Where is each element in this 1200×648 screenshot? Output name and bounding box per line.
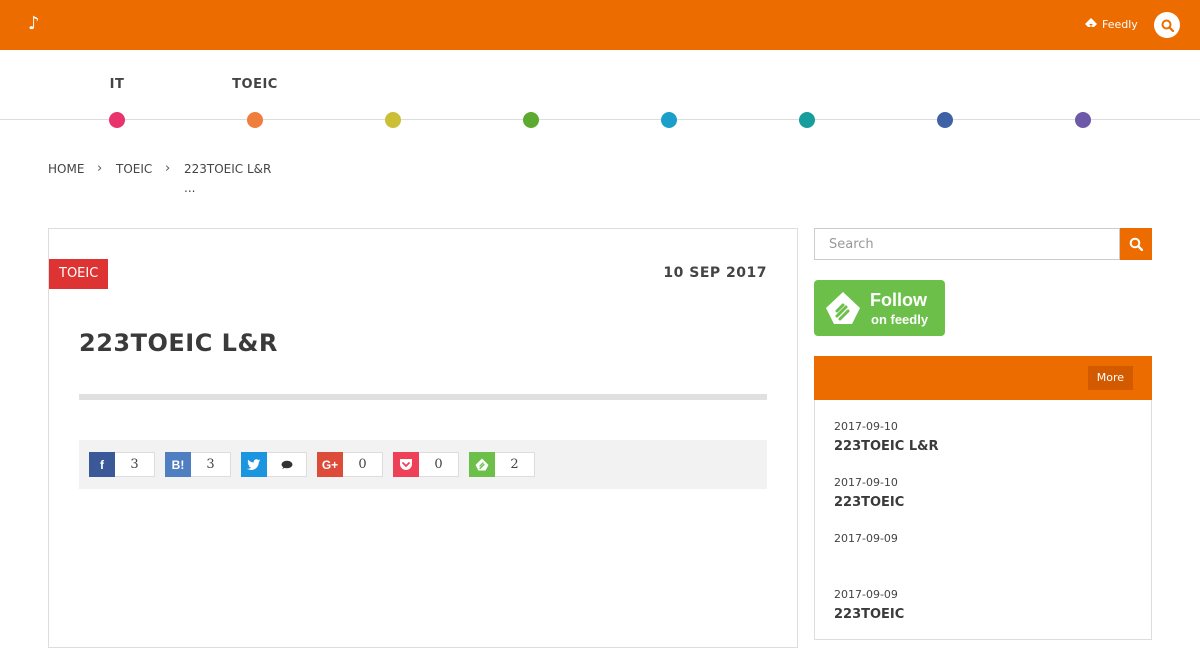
comment-icon [281, 460, 293, 469]
share-count: 0 [343, 452, 383, 477]
category-nav-label: IT [109, 77, 125, 92]
list-item[interactable]: 2017-09-10 223TOEIC [834, 476, 1134, 510]
category-nav-item[interactable] [639, 50, 699, 140]
recent-posts-header: More [814, 356, 1152, 400]
follow-feedly-button[interactable]: Follow on feedly [814, 280, 945, 336]
recent-post-title: 223TOEIC L&R [834, 439, 939, 454]
category-dot-icon [661, 112, 677, 128]
category-nav-item[interactable] [363, 50, 423, 140]
category-dot-icon [799, 112, 815, 128]
recent-post-date: 2017-09-09 [834, 532, 898, 545]
category-dot-icon [937, 112, 953, 128]
feedly-link[interactable]: Feedly [1084, 17, 1138, 31]
list-item[interactable]: 2017-09-09 [834, 532, 1134, 551]
header-search-button[interactable] [1154, 12, 1180, 38]
share-count: 2 [495, 452, 535, 477]
recent-post-date: 2017-09-09 [834, 588, 898, 601]
chevron-right-icon: › [97, 161, 103, 176]
category-nav-item[interactable] [915, 50, 975, 140]
feedly-logo-icon [826, 292, 860, 324]
share-pocket-button[interactable]: 0 [393, 452, 459, 477]
feedly-link-label: Feedly [1102, 17, 1138, 31]
category-badge[interactable]: TOEIC [49, 259, 109, 289]
category-nav: IT TOEIC [0, 50, 1200, 140]
share-count: 0 [419, 452, 459, 477]
top-bar: ♪ Feedly [0, 0, 1200, 50]
share-hatena-bookmark-button[interactable]: B! 3 [165, 452, 231, 477]
share-twitter-button[interactable] [241, 452, 307, 477]
article-card: TOEIC 10 SEP 2017 223TOEIC L&R f 3 B! 3 G+ 0 0… [48, 228, 798, 648]
follow-text: Follow [870, 290, 927, 310]
recent-post-title: 223TOEIC [834, 495, 905, 510]
twitter-icon [241, 452, 267, 477]
facebook-icon: f [89, 452, 115, 477]
share-feedly-button[interactable]: 2 [469, 452, 535, 477]
category-nav-item[interactable] [501, 50, 561, 140]
search-icon [1161, 19, 1174, 32]
category-dot-icon [523, 112, 539, 128]
share-count [267, 452, 307, 477]
post-date: 10 SEP 2017 [663, 265, 767, 281]
category-nav-item[interactable] [1053, 50, 1113, 140]
title-divider [79, 394, 767, 400]
hatena-bookmark-icon: B! [165, 452, 191, 477]
breadcrumb-category[interactable]: TOEIC [116, 162, 152, 176]
list-item[interactable]: 2017-09-09 223TOEIC [834, 588, 1134, 622]
recent-post-date: 2017-09-10 [834, 420, 898, 433]
pocket-icon [393, 452, 419, 477]
sidebar-search-button[interactable] [1120, 228, 1152, 260]
share-facebook-button[interactable]: f3 [89, 452, 155, 477]
breadcrumb-current: 223TOEIC L&R [184, 162, 272, 176]
share-count: 3 [191, 452, 231, 477]
feedly-icon [1085, 18, 1097, 27]
list-item[interactable]: 2017-09-10 223TOEIC L&R [834, 420, 1134, 454]
category-nav-item[interactable] [777, 50, 837, 140]
site-logo[interactable]: ♪ [28, 12, 40, 36]
category-dot-icon [247, 112, 263, 128]
category-nav-line [0, 119, 1200, 120]
category-nav-label: TOEIC [232, 77, 278, 92]
category-dot-icon [109, 112, 125, 128]
recent-post-date: 2017-09-10 [834, 476, 898, 489]
category-nav-item[interactable]: TOEIC [225, 50, 285, 140]
share-google-plus-button[interactable]: G+ 0 [317, 452, 383, 477]
breadcrumb-home[interactable]: HOME [48, 162, 84, 176]
category-dot-icon [385, 112, 401, 128]
more-button[interactable]: More [1087, 366, 1133, 390]
share-bar: f 3 B! 3 G+ 0 0 2 [79, 440, 767, 489]
category-nav-item[interactable]: IT [87, 50, 147, 140]
recent-posts-list: 2017-09-10 223TOEIC L&R 2017-09-10 223TO… [814, 400, 1152, 640]
sidebar-search-input[interactable] [814, 228, 1120, 260]
google-plus-icon: G+ [317, 452, 343, 477]
feedly-icon [469, 452, 495, 477]
post-title: 223TOEIC L&R [79, 329, 278, 357]
search-icon [1129, 237, 1143, 251]
share-count: 3 [115, 452, 155, 477]
breadcrumb-overflow: ... [184, 181, 196, 195]
chevron-right-icon: › [165, 161, 171, 176]
recent-post-title: 223TOEIC [834, 607, 905, 622]
category-dot-icon [1075, 112, 1091, 128]
follow-subtext: on feedly [871, 312, 929, 327]
